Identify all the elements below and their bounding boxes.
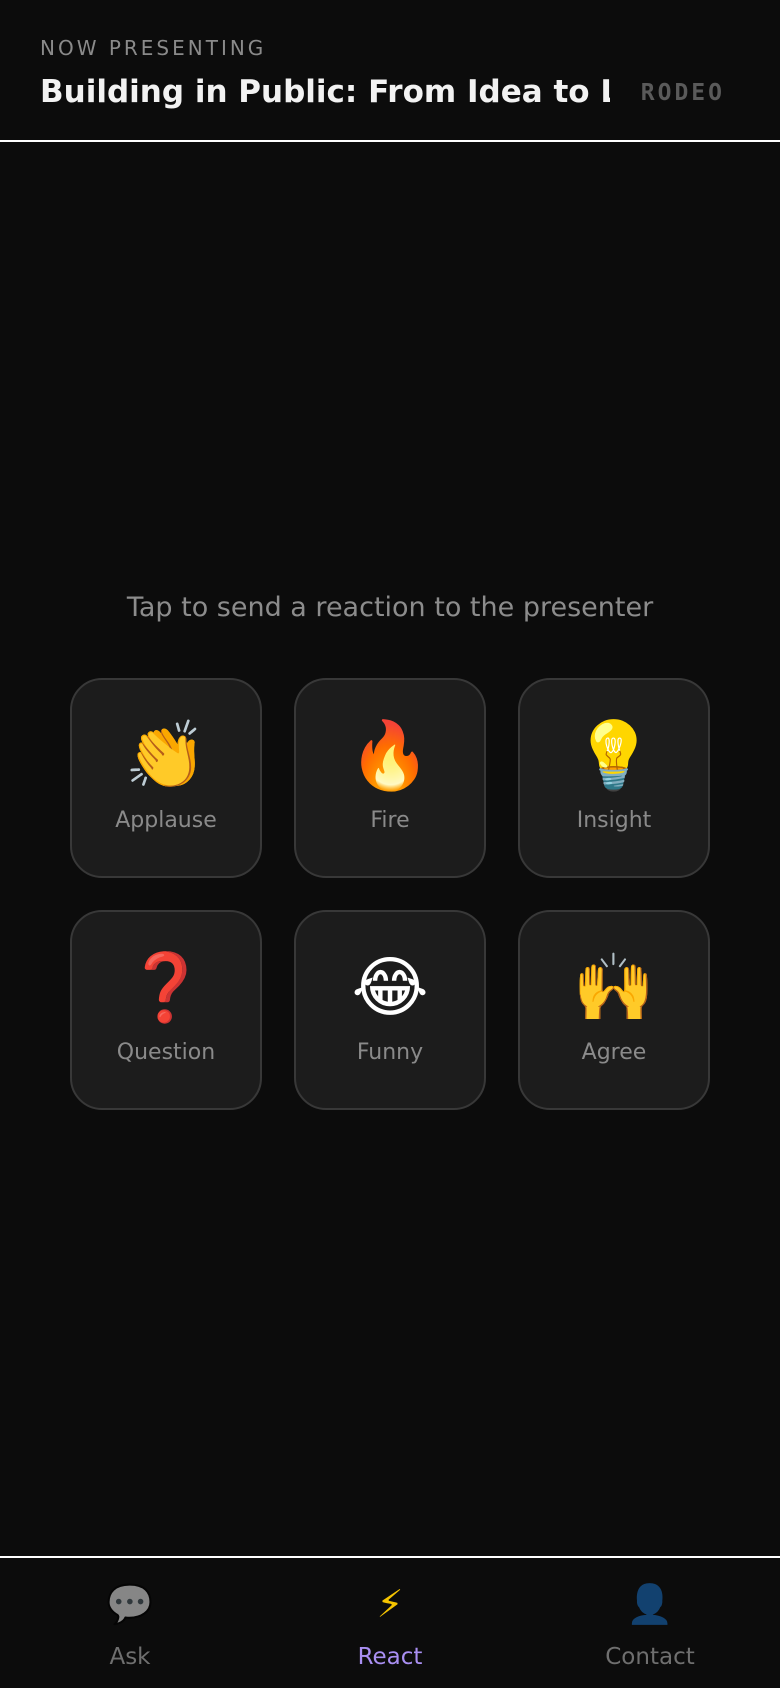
tab-contact[interactable]: 👤 Contact	[520, 1558, 780, 1688]
reaction-fire-button[interactable]: 🔥 Fire	[294, 678, 486, 878]
raised-hands-icon: 🙌	[572, 949, 656, 1026]
reaction-label: Insight	[576, 808, 652, 833]
speech-bubble-icon: 💬	[106, 1582, 154, 1626]
bottom-tab-bar: 💬 Ask ⚡ React 👤 Contact	[0, 1556, 780, 1688]
tab-react[interactable]: ⚡ React	[260, 1558, 520, 1688]
reaction-funny-button[interactable]: 😂 Funny	[294, 910, 486, 1110]
person-icon: 👤	[626, 1582, 674, 1626]
reaction-question-button[interactable]: ❓ Question	[70, 910, 262, 1110]
clapping-hands-icon: 👏	[124, 717, 208, 794]
light-bulb-icon: 💡	[572, 717, 656, 794]
reaction-label: Question	[116, 1040, 216, 1065]
presentation-title: Building in Public: From Idea to Lau...	[40, 74, 610, 110]
laughing-face-icon: 😂	[351, 949, 429, 1026]
question-mark-icon: ❓	[124, 949, 208, 1026]
reaction-agree-button[interactable]: 🙌 Agree	[518, 910, 710, 1110]
reaction-label: Fire	[370, 808, 410, 833]
now-presenting-label: NOW PRESENTING	[40, 36, 267, 60]
lightning-icon: ⚡	[376, 1582, 404, 1626]
tab-ask[interactable]: 💬 Ask	[0, 1558, 260, 1688]
brand-logo: RODEO	[640, 80, 725, 106]
reaction-grid: 👏 Applause 🔥 Fire 💡 Insight ❓ Question 😂…	[70, 678, 710, 1110]
reaction-label: Funny	[356, 1040, 424, 1065]
header: NOW PRESENTING Building in Public: From …	[0, 0, 780, 142]
tab-label: Ask	[109, 1644, 151, 1670]
tab-label: React	[357, 1644, 423, 1670]
tab-label: Contact	[605, 1644, 695, 1670]
reaction-label: Applause	[115, 808, 217, 833]
reaction-instruction: Tap to send a reaction to the presenter	[126, 592, 654, 623]
fire-icon: 🔥	[348, 717, 432, 794]
reaction-applause-button[interactable]: 👏 Applause	[70, 678, 262, 878]
reaction-label: Agree	[581, 1040, 647, 1065]
reaction-insight-button[interactable]: 💡 Insight	[518, 678, 710, 878]
